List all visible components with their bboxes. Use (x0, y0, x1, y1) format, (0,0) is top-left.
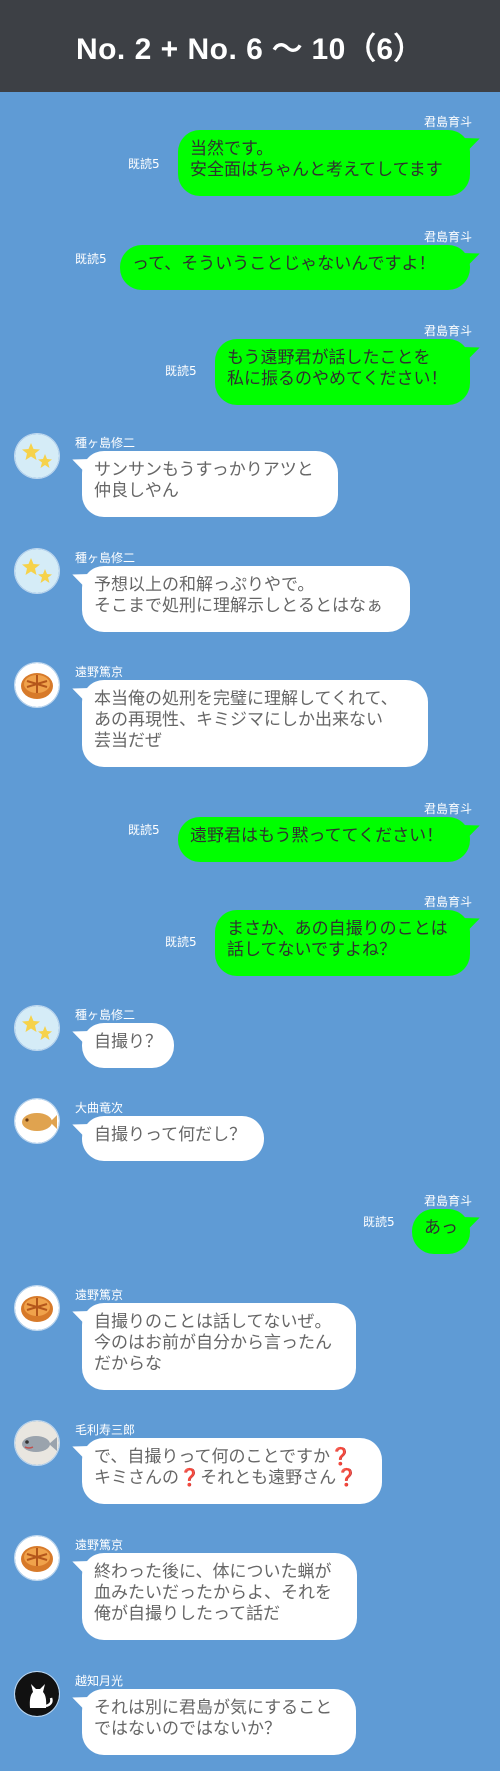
chat-message: 越知月光 それは別に君島が気にすること ではないのではないか？ (0, 1672, 500, 1762)
chat-title: No. 2 + No. 6 ～ 10（6） (75, 33, 425, 66)
taiyaki-avatar-icon[interactable] (15, 1099, 59, 1143)
pie-avatar-icon[interactable] (15, 1536, 59, 1580)
chat-header: No. 2 + No. 6 ～ 10（6） (0, 0, 500, 92)
stars-avatar-icon[interactable] (15, 434, 59, 478)
message-bubble[interactable]: あっ (412, 1209, 470, 1254)
chat-message: 遠野篤京 終わった後に、体についた蝋が 血みたいだったからよ、それを 俺が自撮り… (0, 1536, 500, 1644)
chat-message: 種ヶ島修二 サンサンもうすっかりアツと 仲良しやん (0, 434, 500, 520)
chat-message: 遠野篤京 自撮りのことは話してないぜ。 今のはお前が自分から言ったん だからな (0, 1286, 500, 1394)
stars-avatar-icon[interactable] (15, 1006, 59, 1050)
pie-avatar-icon[interactable] (15, 1286, 59, 1330)
read-receipt: 既読5 (75, 252, 107, 266)
chat-message: 君島育斗 既読5 まさか、あの自撮りのことは 話してないですよね？ (0, 893, 500, 976)
question-mark-icon: ❓ (329, 1447, 352, 1467)
sender-name: 遠野篤京 (75, 665, 124, 679)
message-bubble[interactable]: それは別に君島が気にすること ではないのではないか？ (82, 1689, 356, 1755)
message-bubble[interactable]: 当然です。 安全面はちゃんと考えてしてます (178, 130, 470, 196)
sender-name: 種ヶ島修二 (75, 436, 136, 450)
sender-name: 君島育斗 (423, 324, 472, 338)
chat-message: 大曲竜次 自撮りって何だし？ (0, 1099, 500, 1163)
message-bubble[interactable]: 自撮り？ (82, 1023, 174, 1068)
sender-name: 君島育斗 (423, 1194, 472, 1208)
read-receipt: 既読5 (363, 1215, 395, 1229)
sender-name: 大曲竜次 (75, 1101, 124, 1115)
sender-name: 君島育斗 (423, 802, 472, 816)
question-mark-icon: ❓ (179, 1468, 201, 1488)
message-bubble[interactable]: 遠野君はもう黙っててください！ (178, 817, 470, 862)
message-bubble[interactable]: って、そういうことじゃないんですよ！ (120, 245, 470, 290)
chat-message: 君島育斗 既読5 あっ (0, 1192, 500, 1254)
chat-message: 種ヶ島修二 予想以上の和解っぷりやで。 そこまで処刑に理解示しとるとはなぁ (0, 549, 500, 635)
sender-name: 種ヶ島修二 (75, 1008, 136, 1022)
read-receipt: 既読5 (128, 157, 160, 171)
sender-name: 越知月光 (75, 1674, 124, 1688)
sender-name: 遠野篤京 (75, 1538, 124, 1552)
chat-message: 君島育斗 既読5 遠野君はもう黙っててください！ (0, 800, 500, 862)
chat-message: 毛利寿三郎 で、自撮りって何のことですか❓ キミさんの❓それとも遠野さん❓ (0, 1421, 500, 1507)
message-bubble[interactable]: 予想以上の和解っぷりやで。 そこまで処刑に理解示しとるとはなぁ (82, 566, 410, 632)
pie-avatar-icon[interactable] (15, 663, 59, 707)
message-bubble[interactable]: 自撮りのことは話してないぜ。 今のはお前が自分から言ったん だからな (82, 1303, 356, 1390)
cat-avatar-icon[interactable] (15, 1672, 59, 1716)
sender-name: 君島育斗 (423, 895, 472, 909)
question-mark-icon: ❓ (336, 1468, 358, 1488)
chat-message: 君島育斗 既読5 って、そういうことじゃないんですよ！ (0, 228, 500, 290)
message-bubble[interactable]: もう遠野君が話したことを 私に振るのやめてください！ (215, 339, 470, 405)
message-bubble[interactable]: 自撮りって何だし？ (82, 1116, 264, 1161)
sender-name: 遠野篤京 (75, 1288, 124, 1302)
message-bubble[interactable]: まさか、あの自撮りのことは 話してないですよね？ (215, 910, 470, 976)
message-bubble[interactable]: で、自撮りって何のことですか❓ キミさんの❓それとも遠野さん❓ (82, 1438, 382, 1504)
chat-message: 種ヶ島修二 自撮り？ (0, 1006, 500, 1070)
chat-message: 遠野篤京 本当俺の処刑を完璧に理解してくれて、 あの再現性、キミジマにしか出来な… (0, 663, 500, 771)
sender-name: 毛利寿三郎 (75, 1423, 136, 1437)
sender-name: 君島育斗 (423, 230, 472, 244)
read-receipt: 既読5 (128, 823, 160, 837)
chat-message: 君島育斗 既読5 当然です。 安全面はちゃんと考えてしてます (0, 113, 500, 196)
message-bubble[interactable]: サンサンもうすっかりアツと 仲良しやん (82, 451, 338, 517)
message-bubble[interactable]: 終わった後に、体についた蝋が 血みたいだったからよ、それを 俺が自撮りしたって話… (82, 1553, 357, 1640)
fish-avatar-icon[interactable] (15, 1421, 59, 1465)
sender-name: 君島育斗 (423, 115, 472, 129)
read-receipt: 既読5 (165, 364, 197, 378)
sender-name: 種ヶ島修二 (75, 551, 136, 565)
message-bubble[interactable]: 本当俺の処刑を完璧に理解してくれて、 あの再現性、キミジマにしか出来ない 芸当だ… (82, 680, 428, 767)
chat-message: 君島育斗 既読5 もう遠野君が話したことを 私に振るのやめてください！ (0, 322, 500, 405)
stars-avatar-icon[interactable] (15, 549, 59, 593)
read-receipt: 既読5 (165, 935, 197, 949)
